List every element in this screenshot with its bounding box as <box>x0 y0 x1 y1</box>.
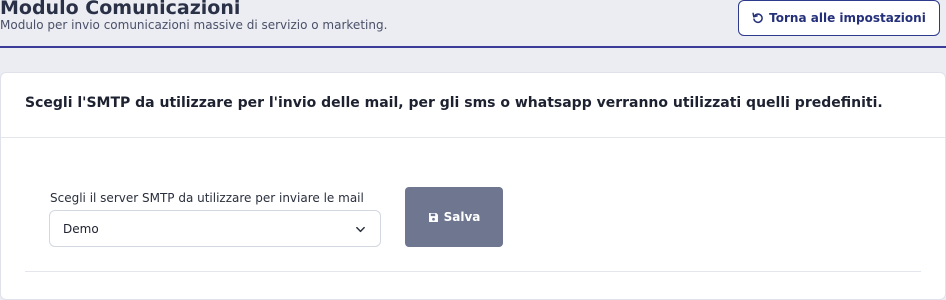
divider <box>25 271 921 272</box>
save-button-label: Salva <box>443 210 481 224</box>
back-button-label: Torna alle impostazioni <box>769 11 926 25</box>
page-header: Modulo Comunicazioni Modulo per invio co… <box>0 0 946 48</box>
card-title: Scegli l'SMTP da utilizzare per l'invio … <box>25 95 883 111</box>
chevron-down-icon <box>356 226 365 233</box>
smtp-server-select[interactable]: Demo <box>49 210 381 247</box>
smtp-card: Scegli l'SMTP da utilizzare per l'invio … <box>0 72 946 300</box>
undo-icon <box>752 12 763 24</box>
smtp-field-label: Scegli il server SMTP da utilizzare per … <box>50 191 364 205</box>
smtp-select-value: Demo <box>63 222 99 236</box>
page-title: Modulo Comunicazioni <box>0 0 241 19</box>
back-to-settings-button[interactable]: Torna alle impostazioni <box>738 0 940 36</box>
save-button[interactable]: Salva <box>405 187 503 247</box>
save-icon <box>428 212 438 222</box>
page-subtitle: Modulo per invio comunicazioni massive d… <box>0 18 388 32</box>
card-header: Scegli l'SMTP da utilizzare per l'invio … <box>1 73 945 138</box>
